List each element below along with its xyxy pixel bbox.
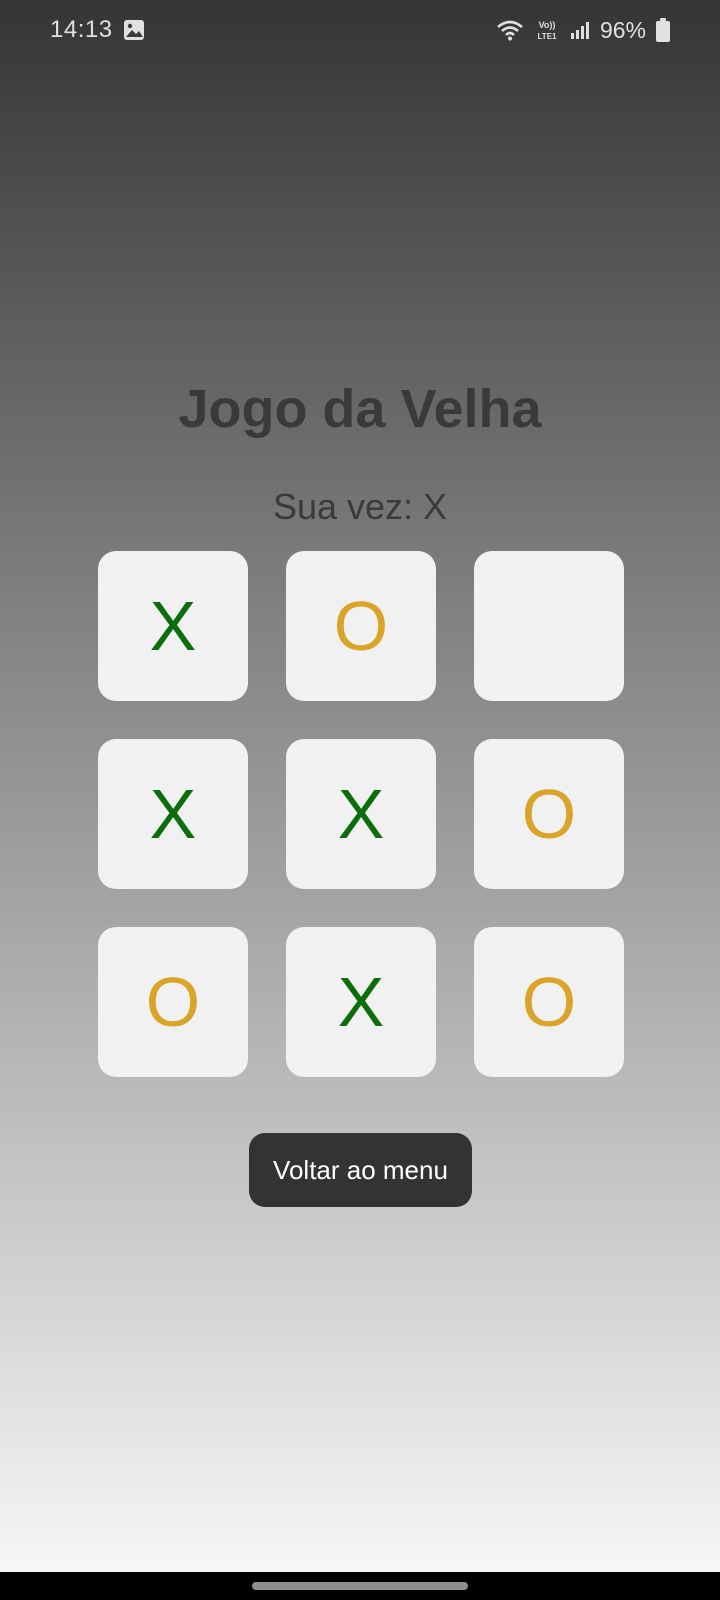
- image-icon: [123, 19, 145, 41]
- board-cell-3[interactable]: [474, 551, 624, 701]
- turn-indicator: Sua vez: X: [272, 486, 448, 527]
- board-cell-2[interactable]: O: [286, 551, 436, 701]
- wifi-icon: [496, 19, 524, 41]
- board-cell-7[interactable]: O: [98, 927, 248, 1077]
- status-left: 14:13: [50, 16, 145, 44]
- battery-percent: 96%: [599, 16, 646, 43]
- status-time: 14:13: [50, 16, 113, 43]
- game-board: X O X X O O X O: [98, 551, 624, 1077]
- status-bar: 14:13 Vo)) LTE1 96%: [0, 0, 720, 60]
- board-cell-8[interactable]: X: [286, 927, 436, 1077]
- board-cell-5[interactable]: X: [286, 739, 436, 889]
- back-to-menu-button[interactable]: Voltar ao menu: [249, 1133, 472, 1207]
- board-cell-6[interactable]: O: [474, 739, 624, 889]
- page-title: Jogo da Velha: [178, 379, 542, 439]
- battery-icon: [656, 18, 670, 42]
- board-cell-4[interactable]: X: [98, 739, 248, 889]
- svg-text:Vo)): Vo)): [539, 20, 556, 30]
- board-cell-9[interactable]: O: [474, 927, 624, 1077]
- status-right: Vo)) LTE1 96%: [496, 17, 670, 44]
- navigation-bar: [0, 1572, 720, 1600]
- board-cell-1[interactable]: X: [98, 551, 248, 701]
- home-handle[interactable]: [252, 1582, 468, 1590]
- signal-icon: [570, 20, 590, 40]
- volte-icon: Vo)) LTE1: [534, 18, 560, 42]
- svg-text:LTE1: LTE1: [537, 32, 557, 41]
